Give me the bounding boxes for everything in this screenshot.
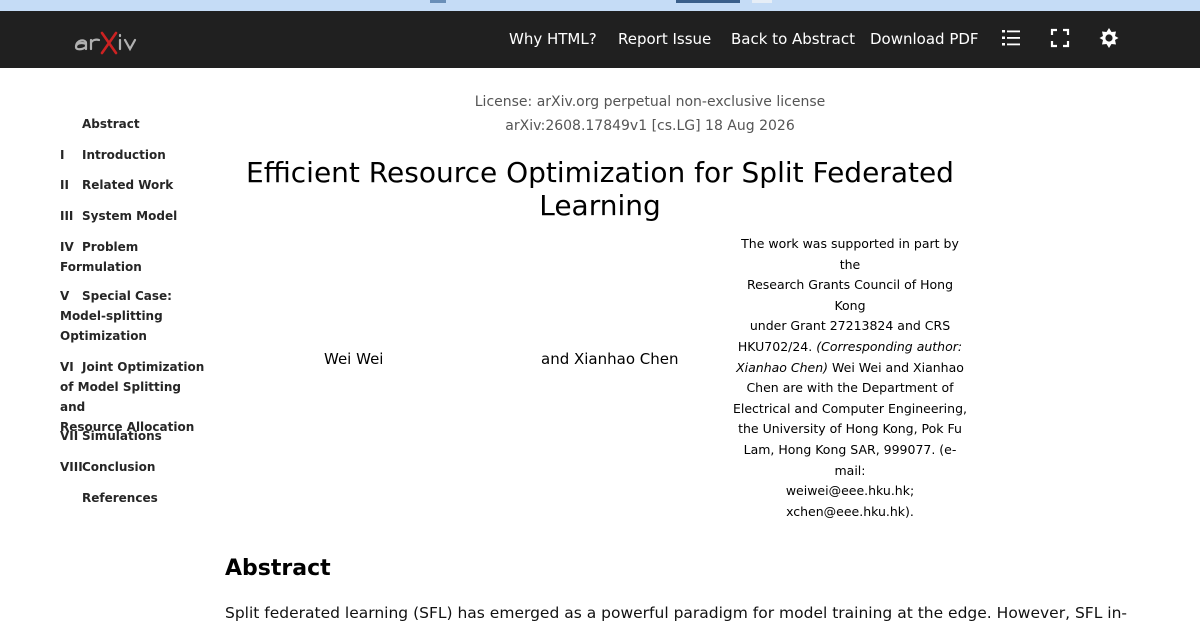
- top-notification-strip: [0, 0, 1200, 11]
- toc-number: VI: [60, 360, 74, 374]
- toc-label: Abstract: [82, 117, 140, 131]
- arxiv-logo[interactable]: [72, 25, 142, 55]
- paper-title: Efficient Resource Optimization for Spli…: [246, 156, 954, 222]
- toc-item-simulations[interactable]: VII Simulations: [60, 426, 210, 446]
- toc-item-conclusion[interactable]: VIIIConclusion: [60, 457, 210, 477]
- author-name: Wei Wei: [324, 350, 384, 368]
- email-link[interactable]: xchen@eee.hku.hk).: [730, 502, 970, 523]
- footnote-line: HKU702/24. (Corresponding author:: [730, 337, 970, 358]
- toc-label-cont: Formulation: [60, 260, 142, 274]
- download-pdf-link[interactable]: Download PDF: [870, 30, 979, 48]
- fullscreen-icon[interactable]: [1049, 27, 1071, 49]
- corresponding-author-name: Xianhao Chen): [736, 359, 829, 375]
- toc-label: Joint Optimization: [82, 360, 205, 374]
- toc-label-cont: Model-splitting: [60, 309, 163, 323]
- arxiv-identifier: arXiv:2608.17849v1 [cs.LG] 18 Aug 2026: [505, 118, 795, 134]
- back-to-abstract-link[interactable]: Back to Abstract: [731, 30, 855, 48]
- email-link[interactable]: weiwei@eee.hku.hk;: [730, 481, 970, 502]
- license-text[interactable]: License: arXiv.org perpetual non-exclusi…: [300, 94, 1000, 110]
- toc-label: Special Case:: [82, 289, 172, 303]
- author-name: and Xianhao Chen: [541, 350, 679, 368]
- grant-number: HKU702/24.: [737, 338, 813, 354]
- footnote-line: Lam, Hong Kong SAR, 999077. (e-mail:: [743, 441, 957, 478]
- top-navbar: Why HTML? Report Issue Back to Abstract …: [0, 11, 1200, 68]
- toc-number: IV: [60, 240, 74, 254]
- toc-label: Introduction: [82, 148, 166, 162]
- abstract-heading: Abstract: [225, 556, 331, 581]
- toc-number: VIII: [60, 460, 83, 474]
- footnote-line: The work was supported in part by the: [741, 236, 959, 272]
- footnote-line: Chen are with the Department of: [746, 380, 954, 396]
- corresponding-author-note: (Corresponding author:: [816, 338, 963, 354]
- toc-label: System Model: [82, 209, 178, 223]
- toc-number: V: [60, 289, 70, 303]
- abstract-text: Split federated learning (SFL) has emerg…: [225, 604, 1127, 622]
- theme-toggle-icon[interactable]: [1098, 27, 1120, 49]
- toc-item-system-model[interactable]: III System Model: [60, 206, 210, 226]
- footnote-text: Wei Wei and Xianhao: [832, 359, 964, 375]
- report-issue-link[interactable]: Report Issue: [618, 30, 711, 48]
- toc-label: Conclusion: [82, 460, 156, 474]
- toc-label-cont: of Model Splitting and: [60, 380, 182, 414]
- notification-link-underline[interactable]: [676, 0, 740, 3]
- footnote-line: under Grant 27213824 and CRS: [749, 318, 951, 334]
- footnote-line: Xianhao Chen) Wei Wei and Xianhao: [730, 358, 970, 379]
- toc-item-introduction[interactable]: I Introduction: [60, 145, 210, 165]
- toc-label: Related Work: [82, 178, 174, 192]
- toc-number: I: [60, 148, 65, 162]
- toc-label: Simulations: [82, 429, 162, 443]
- toc-number: II: [60, 178, 69, 192]
- toc-label: Problem: [82, 240, 139, 254]
- warning-icon: [430, 0, 446, 3]
- toc-item-joint-optimization[interactable]: VI Joint Optimization of Model Splitting …: [60, 357, 210, 437]
- toc-list-icon[interactable]: [1000, 27, 1022, 49]
- toc-number: III: [60, 209, 74, 223]
- toc-number: VII: [60, 429, 79, 443]
- footnote-line: Electrical and Computer Engineering,: [732, 400, 967, 416]
- toc-item-references[interactable]: References: [60, 488, 210, 508]
- toc-item-abstract[interactable]: Abstract: [60, 114, 210, 134]
- why-html-link[interactable]: Why HTML?: [509, 30, 597, 48]
- footnote-line: Research Grants Council of Hong Kong: [746, 277, 954, 313]
- footnote-line: the University of Hong Kong, Pok Fu: [738, 421, 962, 437]
- close-icon[interactable]: [752, 0, 772, 3]
- toc-label-cont: Optimization: [60, 329, 147, 343]
- toc-item-related-work[interactable]: II Related Work: [60, 175, 210, 195]
- author-footnote: The work was supported in part by the Re…: [730, 234, 970, 522]
- toc-label: References: [82, 491, 158, 505]
- toc-item-special-case[interactable]: V Special Case: Model-splitting Optimizat…: [60, 286, 210, 346]
- toc-item-problem-formulation[interactable]: IV Problem Formulation: [60, 237, 210, 277]
